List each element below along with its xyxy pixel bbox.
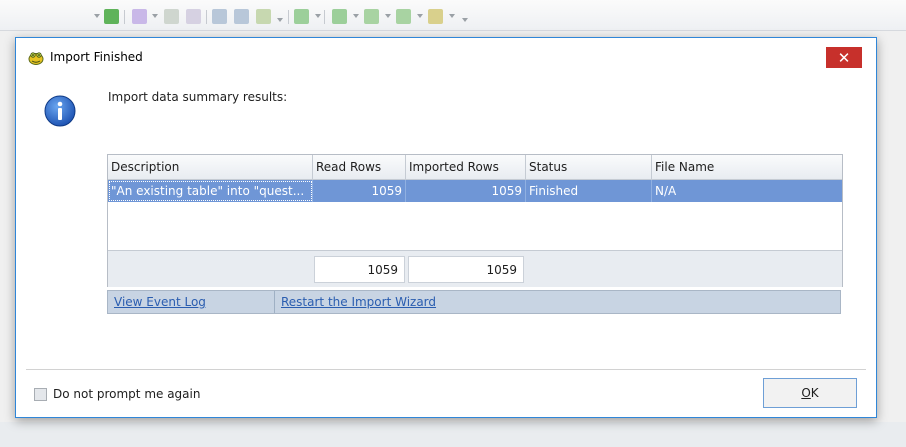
dropdown-caret-icon[interactable] [417,14,423,18]
dropdown-caret-icon[interactable] [385,14,391,18]
dropdown-caret-icon[interactable] [353,14,359,18]
results-grid[interactable]: Description Read Rows Imported Rows Stat… [107,154,843,287]
information-icon [44,95,76,127]
toolbar-tool-icon[interactable] [428,9,443,24]
toolbar-separator [288,10,289,24]
ok-accelerator: O [801,386,811,400]
ok-button[interactable]: OK [763,378,857,408]
toolbar-separator [206,10,207,24]
refresh-icon[interactable] [104,9,119,24]
column-header-imported-rows[interactable]: Imported Rows [406,155,526,179]
close-icon: ✕ [837,48,851,67]
cell-imported-rows[interactable]: 1059 [406,180,526,202]
toolbar-separator [124,10,125,24]
column-header-status[interactable]: Status [526,155,652,179]
column-header-read-rows[interactable]: Read Rows [313,155,406,179]
toolbar-tool-icon[interactable] [396,9,411,24]
toolbar-tool-icon[interactable] [294,9,309,24]
grid-header: Description Read Rows Imported Rows Stat… [108,155,842,180]
total-imported-rows: 1059 [408,256,524,283]
restart-import-wizard-link[interactable]: Restart the Import Wizard [281,291,436,313]
cell-read-rows[interactable]: 1059 [313,180,406,202]
dropdown-caret-icon[interactable] [449,14,455,18]
import-finished-dialog: Import Finished ✕ Import data summary re… [15,37,877,418]
dropdown-caret-icon[interactable] [152,14,158,18]
toolbar-tool-icon[interactable] [332,9,347,24]
close-button[interactable]: ✕ [826,47,862,68]
view-event-log-link[interactable]: View Event Log [114,291,206,313]
background-area [0,422,906,447]
total-read-rows: 1059 [314,256,405,283]
toolbar-tool-icon[interactable] [132,9,147,24]
background-toolbar [0,0,906,31]
toolbar-tool-icon[interactable] [364,9,379,24]
table-row[interactable]: "An existing table" into "quest... 1059 … [108,180,842,202]
dialog-title: Import Finished [50,50,143,64]
overflow-icon[interactable] [462,18,468,22]
cell-status[interactable]: Finished [526,180,652,202]
column-header-file-name[interactable]: File Name [652,155,842,179]
toolbar-tool-icon[interactable] [256,9,271,24]
toad-app-icon [28,51,44,65]
summary-heading: Import data summary results: [108,90,288,104]
dialog-titlebar[interactable]: Import Finished ✕ [16,38,876,76]
dropdown-caret-icon[interactable] [94,14,100,18]
toolbar-tool-icon[interactable] [212,9,227,24]
toolbar-tool-icon[interactable] [186,9,201,24]
cell-file-name[interactable]: N/A [652,180,842,202]
link-divider [274,291,275,313]
grid-summary-footer: 1059 1059 [108,250,842,287]
toolbar-separator [324,10,325,24]
dropdown-caret-icon[interactable] [315,14,321,18]
toolbar-tool-icon[interactable] [234,9,249,24]
do-not-prompt-label[interactable]: Do not prompt me again [53,387,200,401]
ok-label: K [810,386,819,400]
column-header-description[interactable]: Description [108,155,313,179]
toolbar-tool-icon[interactable] [164,9,179,24]
cell-description[interactable]: "An existing table" into "quest... [108,180,313,202]
footer-divider [26,369,866,370]
link-bar: View Event Log Restart the Import Wizard [107,290,841,314]
do-not-prompt-checkbox[interactable] [34,388,47,401]
overflow-icon[interactable] [277,18,283,22]
